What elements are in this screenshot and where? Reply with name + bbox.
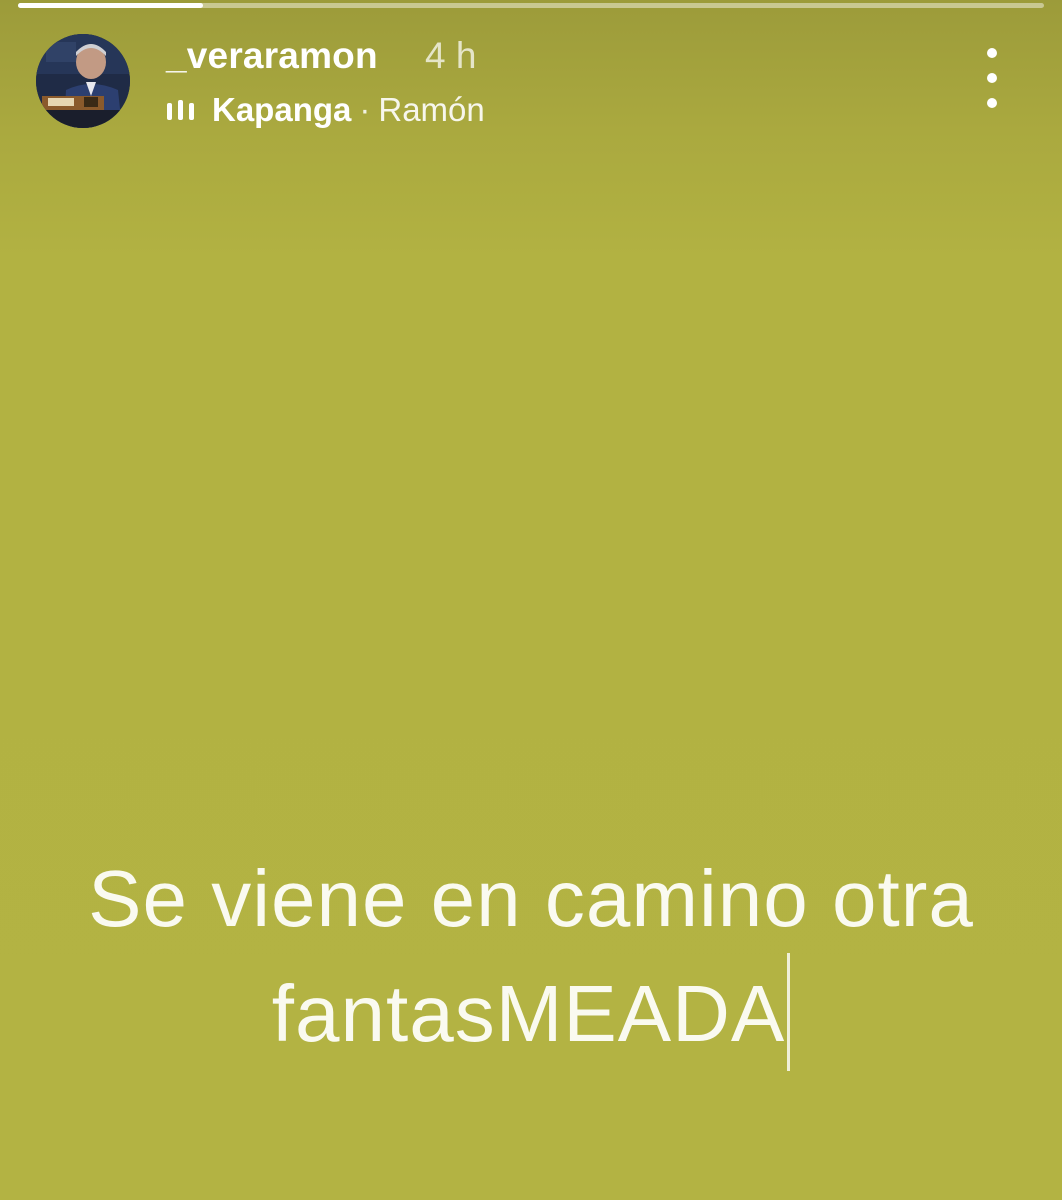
- more-vertical-icon-dot: [987, 98, 997, 108]
- story-viewer[interactable]: _veraramon 4 h Kapanga · Ramón Se viene …: [0, 0, 1062, 1200]
- caption-line-2: fantasMEADA: [271, 969, 786, 1058]
- more-vertical-icon: [987, 48, 997, 58]
- text-cursor: [787, 953, 791, 1071]
- music-sticker[interactable]: Kapanga · Ramón: [166, 88, 485, 132]
- more-vertical-icon-dot: [987, 73, 997, 83]
- story-caption: Se viene en camino otra fantasMEADA: [0, 845, 1062, 1071]
- caption-line-2-wrap: fantasMEADA: [0, 953, 1062, 1071]
- music-separator: ·: [359, 91, 371, 128]
- song-title: Kapanga: [212, 91, 352, 128]
- post-time: 4 h: [425, 35, 477, 76]
- song-artist: Ramón: [378, 91, 485, 128]
- username[interactable]: _veraramon: [166, 33, 378, 79]
- caption-line-1: Se viene en camino otra: [88, 854, 974, 943]
- audio-bars-icon: [167, 100, 194, 120]
- story-progress-bar: [18, 3, 1044, 8]
- story-progress-fill: [18, 3, 203, 8]
- more-options-button[interactable]: [966, 48, 1018, 108]
- avatar[interactable]: [36, 34, 130, 128]
- avatar-photo: [36, 34, 130, 128]
